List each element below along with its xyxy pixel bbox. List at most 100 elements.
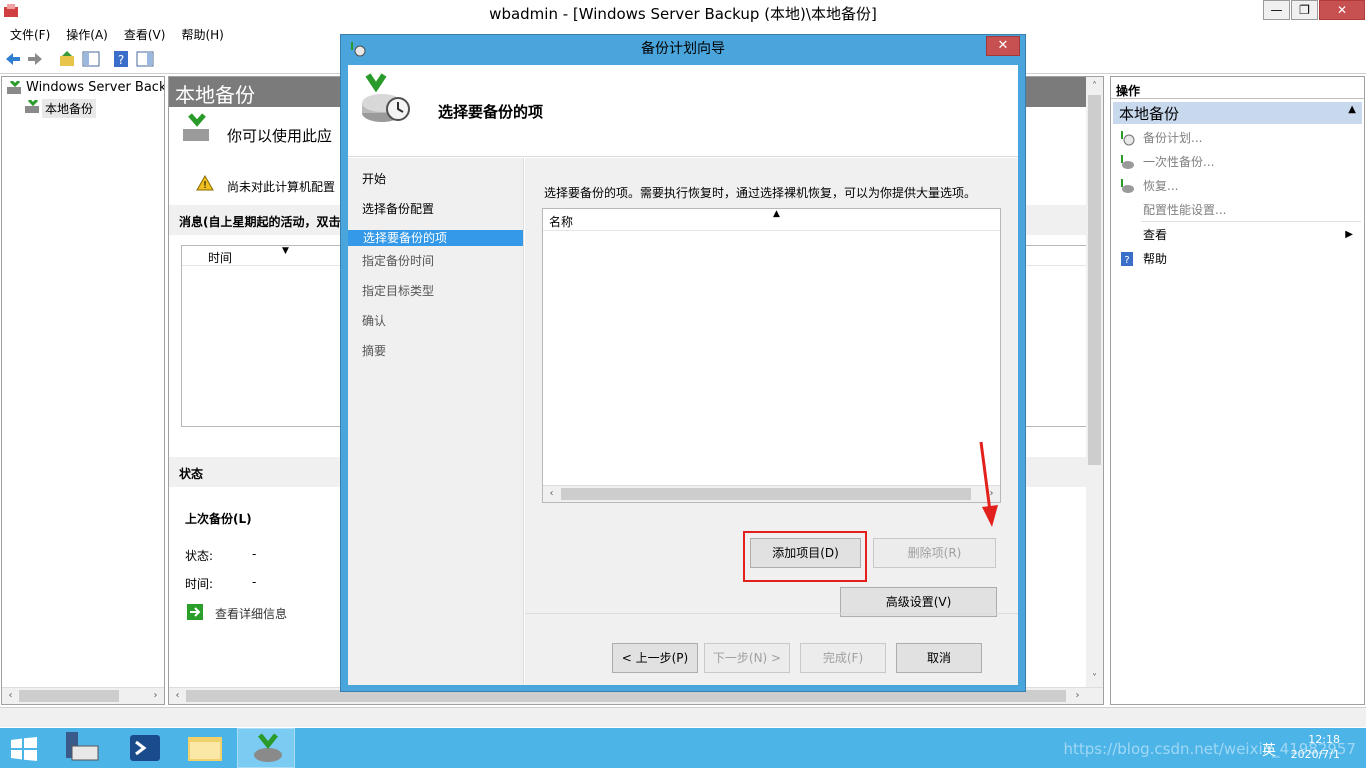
action-backup-schedule[interactable]: 备份计划...	[1119, 129, 1202, 146]
list-scroll-thumb[interactable]	[561, 488, 971, 500]
previous-button[interactable]: < 上一步(P)	[612, 643, 698, 673]
step-backup-config[interactable]: 选择备份配置	[362, 200, 434, 217]
backup-schedule-wizard: 备份计划向导 ✕ 选择要备份的项 开始 选择备份配置 选择要备份的项 指定备份时…	[340, 34, 1026, 692]
time-value: -	[252, 575, 257, 589]
backup-wizard-icon	[362, 73, 410, 122]
server-manager-icon	[66, 732, 99, 761]
wizard-steps: 开始 选择备份配置 选择要备份的项 指定备份时间 指定目标类型 确认 摘要	[348, 158, 524, 685]
submenu-arrow-icon: ▶	[1345, 229, 1353, 240]
minimize-button[interactable]: —	[1263, 0, 1290, 20]
list-horizontal-scrollbar[interactable]: ‹ ›	[543, 485, 1000, 502]
menu-help[interactable]: 帮助(H)	[171, 24, 229, 43]
action-performance-settings[interactable]: 配置性能设置...	[1143, 201, 1226, 218]
action-once-backup[interactable]: 一次性备份...	[1119, 153, 1214, 170]
column-name[interactable]: 名称	[549, 215, 573, 229]
step-backup-time: 指定备份时间	[362, 254, 435, 268]
action-label: 配置性能设置...	[1143, 203, 1227, 217]
taskbar-wbadmin[interactable]	[237, 728, 295, 768]
scroll-left-icon[interactable]: ‹	[2, 688, 19, 704]
step-select-items[interactable]: 选择要备份的项	[348, 230, 523, 246]
cancel-button[interactable]: 取消	[896, 643, 982, 673]
status-bar	[0, 707, 1366, 727]
close-button[interactable]: ✕	[1319, 0, 1365, 20]
clock-time: 12:18	[1308, 733, 1340, 746]
remove-item-button[interactable]: 删除项(R)	[873, 538, 996, 568]
show-hide-tree-icon[interactable]	[82, 50, 100, 68]
taskbar-file-explorer[interactable]	[176, 728, 234, 768]
annotation-arrow-icon	[979, 441, 998, 527]
svg-text:?: ?	[1124, 255, 1129, 266]
action-help[interactable]: ? 帮助	[1119, 250, 1167, 267]
scroll-up-icon[interactable]: ˄	[1086, 79, 1103, 95]
ime-indicator[interactable]: 英	[1262, 740, 1276, 760]
column-time[interactable]: 时间	[208, 249, 232, 266]
menu-file[interactable]: 文件(F)	[0, 24, 56, 43]
actions-subheader-label: 本地备份	[1119, 105, 1180, 123]
warning-icon: !	[196, 175, 214, 191]
select-items-description: 选择要备份的项。需要执行恢复时，通过选择裸机恢复，可以为你提供大量选项。	[544, 186, 977, 200]
svg-text:?: ?	[118, 53, 124, 67]
vertical-scroll-thumb[interactable]	[1088, 95, 1101, 465]
sort-arrow-icon: ▼	[282, 246, 289, 256]
finish-button[interactable]: 完成(F)	[800, 643, 886, 673]
help-icon: ?	[1121, 251, 1133, 266]
restore-button[interactable]: ❐	[1291, 0, 1318, 20]
help-icon[interactable]: ?	[112, 50, 130, 68]
menu-view[interactable]: 查看(V)	[114, 24, 172, 43]
scroll-left-icon[interactable]: ‹	[169, 688, 186, 704]
status-label: 状态:	[185, 549, 214, 563]
details-arrow-icon	[187, 604, 203, 620]
action-recover[interactable]: 恢复...	[1119, 177, 1178, 194]
action-view[interactable]: 查看 ▶	[1143, 226, 1353, 243]
main-titlebar: wbadmin - [Windows Server Backup (本地)\本地…	[0, 0, 1366, 24]
time-label: 时间:	[185, 577, 214, 591]
last-backup-label: 上次备份(L)	[185, 512, 252, 526]
view-details-link[interactable]: 查看详细信息	[215, 605, 287, 622]
items-list-header: 名称 ▲	[543, 209, 1000, 231]
scroll-right-icon[interactable]: ›	[147, 688, 164, 704]
up-folder-icon[interactable]	[58, 50, 76, 68]
wizard-content: 选择要备份的项。需要执行恢复时，通过选择裸机恢复，可以为你提供大量选项。 名称 …	[525, 158, 1018, 685]
dialog-close-button[interactable]: ✕	[986, 36, 1020, 56]
step-summary: 摘要	[362, 344, 387, 358]
navigation-tree: Windows Server Backup 本地备份 ‹ ›	[1, 76, 165, 705]
recover-icon	[1121, 178, 1134, 193]
scroll-left-icon[interactable]: ‹	[543, 486, 560, 502]
dialog-heading: 选择要备份的项	[438, 103, 544, 121]
once-backup-icon	[1121, 154, 1134, 169]
powershell-icon	[130, 735, 160, 761]
forward-arrow-icon[interactable]	[26, 50, 44, 68]
tree-horizontal-scrollbar[interactable]: ‹ ›	[2, 687, 164, 704]
scroll-thumb[interactable]	[19, 690, 119, 702]
scroll-down-icon[interactable]: ˅	[1086, 671, 1103, 687]
panel-vertical-scrollbar[interactable]: ˄ ˅	[1086, 77, 1103, 689]
dialog-title: 备份计划向导	[641, 41, 725, 57]
server-backup-icon	[7, 81, 21, 94]
tree-local-backup[interactable]: 本地备份	[42, 99, 97, 118]
clock-date: 2020/7/1	[1290, 748, 1340, 761]
items-list[interactable]: 名称 ▲ ‹ ›	[542, 208, 1001, 503]
taskbar-powershell[interactable]	[116, 728, 174, 768]
backup-drive-icon	[183, 113, 209, 141]
show-hide-action-pane-icon[interactable]	[136, 50, 154, 68]
local-backup-icon	[25, 100, 39, 113]
collapse-icon[interactable]: ▲	[1348, 104, 1356, 115]
next-button[interactable]: 下一步(N) >	[704, 643, 790, 673]
back-arrow-icon[interactable]	[4, 50, 22, 68]
step-target-type: 指定目标类型	[362, 284, 435, 298]
add-item-button[interactable]: 添加项目(D)	[750, 538, 861, 568]
taskbar: https://blog.csdn.net/weixin_41982957 英 …	[0, 728, 1366, 768]
backup-app-icon	[254, 733, 282, 762]
dialog-body: 选择要备份的项 开始 选择备份配置 选择要备份的项 指定备份时间 指定目标类型 …	[348, 65, 1018, 685]
menu-action[interactable]: 操作(A)	[56, 24, 114, 43]
tree-root[interactable]: Windows Server Backup	[26, 80, 164, 95]
clock[interactable]: 12:18 2020/7/1	[1291, 732, 1340, 762]
actions-subheader[interactable]: 本地备份 ▲	[1113, 102, 1362, 124]
taskbar-server-manager[interactable]	[54, 728, 112, 768]
scroll-right-icon[interactable]: ›	[1069, 688, 1086, 704]
warning-text: 尚未对此计算机配置	[227, 180, 336, 194]
start-windows-icon[interactable]	[10, 737, 38, 761]
step-start[interactable]: 开始	[362, 170, 386, 187]
action-label: 帮助	[1143, 252, 1168, 266]
actions-pane: 操作 本地备份 ▲ 备份计划... 一次性备份... 恢复... 配置性能设置.…	[1110, 76, 1365, 705]
